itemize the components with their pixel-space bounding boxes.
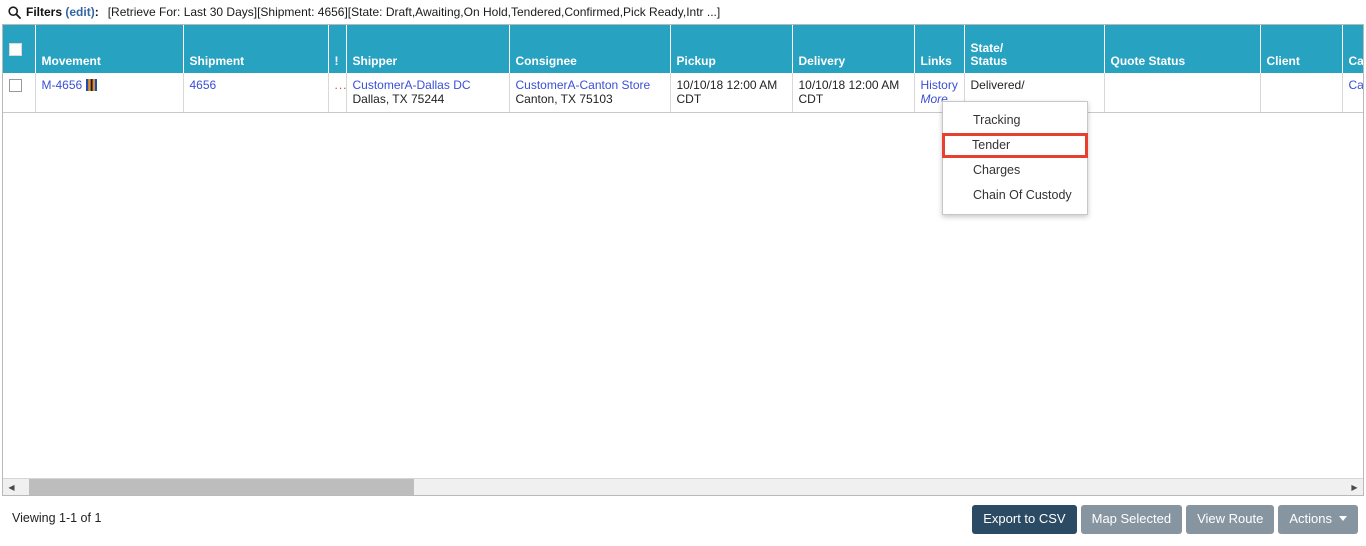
results-grid: Movement Shipment ! Shipper Consignee Pi… bbox=[2, 24, 1364, 496]
table-header-row: Movement Shipment ! Shipper Consignee Pi… bbox=[3, 25, 1364, 73]
pickup-timezone: CDT bbox=[676, 92, 702, 106]
state-status-value: Delivered/ bbox=[970, 78, 1025, 92]
scrollbar-thumb[interactable] bbox=[29, 479, 414, 495]
delivery-timezone: CDT bbox=[798, 92, 824, 106]
menu-item-tender[interactable]: Tender bbox=[942, 133, 1088, 158]
menu-item-charges[interactable]: Charges bbox=[943, 158, 1087, 183]
cell-exception: ... bbox=[328, 73, 347, 113]
cell-shipment[interactable]: 4656 bbox=[183, 73, 329, 113]
cell-consignee[interactable]: CustomerA-Canton Store Canton, TX 75103 bbox=[509, 73, 671, 113]
shipment-link[interactable]: 4656 bbox=[190, 78, 217, 92]
export-to-csv-button[interactable]: Export to CSV bbox=[972, 505, 1077, 534]
menu-item-charges-label: Charges bbox=[973, 163, 1021, 177]
table-row[interactable]: M-4656 4656 ... CustomerA-Dallas DC Dall… bbox=[3, 73, 1364, 113]
scrollbar-track[interactable] bbox=[20, 479, 1346, 495]
horizontal-scrollbar[interactable]: ◀ ▶ bbox=[3, 478, 1363, 495]
scroll-right-arrow-icon[interactable]: ▶ bbox=[1346, 479, 1363, 495]
carrier-link[interactable]: Car bbox=[1349, 78, 1364, 92]
filters-expression: [Retrieve For: Last 30 Days][Shipment: 4… bbox=[107, 5, 721, 19]
column-label-carrier: Car bbox=[1348, 54, 1364, 68]
column-header-exception[interactable]: ! bbox=[328, 25, 347, 73]
filter-bar: Filters (edit) : [Retrieve For: Last 30 … bbox=[0, 0, 1366, 24]
cell-carrier[interactable]: Car bbox=[1342, 73, 1364, 113]
delivery-date: 10/10/18 12:00 AM bbox=[798, 78, 900, 92]
menu-item-chain-of-custody[interactable]: Chain Of Custody bbox=[943, 183, 1087, 208]
menu-item-chain-of-custody-label: Chain Of Custody bbox=[973, 188, 1072, 202]
pickup-date: 10/10/18 12:00 AM bbox=[676, 78, 778, 92]
view-route-button[interactable]: View Route bbox=[1186, 505, 1275, 534]
cell-client bbox=[1260, 73, 1343, 113]
shipments-table: Movement Shipment ! Shipper Consignee Pi… bbox=[3, 25, 1364, 113]
column-label-consignee: Consignee bbox=[515, 54, 577, 68]
actions-button[interactable]: Actions bbox=[1278, 505, 1358, 534]
shipper-city: Dallas, TX 75244 bbox=[352, 92, 445, 106]
select-all-checkbox[interactable] bbox=[9, 43, 22, 56]
consignee-city: Canton, TX 75103 bbox=[515, 92, 613, 106]
column-label-shipper: Shipper bbox=[352, 54, 398, 68]
history-link[interactable]: History bbox=[921, 78, 958, 92]
exception-indicator: ... bbox=[334, 78, 346, 92]
row-select-checkbox[interactable] bbox=[9, 79, 22, 92]
menu-item-tender-label: Tender bbox=[972, 138, 1011, 152]
map-icon[interactable] bbox=[86, 79, 98, 91]
shipper-link[interactable]: CustomerA-Dallas DC bbox=[353, 78, 471, 92]
menu-item-tracking[interactable]: Tracking bbox=[943, 108, 1087, 133]
filters-colon: : bbox=[94, 5, 99, 19]
column-label-shipment: Shipment bbox=[189, 54, 245, 68]
actions-label: Actions bbox=[1289, 511, 1332, 526]
viewing-count: Viewing 1-1 of 1 bbox=[12, 511, 102, 525]
chevron-down-icon bbox=[1339, 516, 1347, 521]
cell-shipper[interactable]: CustomerA-Dallas DC Dallas, TX 75244 bbox=[346, 73, 510, 113]
row-select-cell[interactable] bbox=[3, 73, 36, 113]
cell-pickup: 10/10/18 12:00 AM CDT bbox=[670, 73, 793, 113]
view-route-label: View Route bbox=[1197, 511, 1264, 526]
column-header-client[interactable]: Client bbox=[1260, 25, 1343, 73]
column-label-links: Links bbox=[920, 54, 952, 68]
filters-edit-link[interactable]: (edit) bbox=[65, 5, 94, 19]
consignee-link[interactable]: CustomerA-Canton Store bbox=[516, 78, 651, 92]
column-label-exception: ! bbox=[334, 54, 339, 68]
menu-item-tracking-label: Tracking bbox=[973, 113, 1021, 127]
column-label-status: Status bbox=[970, 54, 1008, 68]
footer-bar: Viewing 1-1 of 1 Export to CSV Map Selec… bbox=[0, 496, 1366, 544]
column-label-delivery: Delivery bbox=[798, 54, 846, 68]
cell-delivery: 10/10/18 12:00 AM CDT bbox=[792, 73, 915, 113]
scroll-left-arrow-icon[interactable]: ◀ bbox=[3, 479, 20, 495]
column-label-movement: Movement bbox=[41, 54, 101, 68]
column-label-client: Client bbox=[1266, 54, 1300, 68]
search-icon bbox=[8, 5, 21, 19]
column-header-quote-status[interactable]: Quote Status bbox=[1104, 25, 1261, 73]
column-header-shipper[interactable]: Shipper bbox=[346, 25, 510, 73]
column-header-pickup[interactable]: Pickup bbox=[670, 25, 793, 73]
column-header-shipment[interactable]: Shipment bbox=[183, 25, 329, 73]
export-to-csv-label: Export to CSV bbox=[983, 511, 1066, 526]
column-header-carrier[interactable]: Car bbox=[1342, 25, 1364, 73]
column-header-consignee[interactable]: Consignee bbox=[509, 25, 671, 73]
select-all-header[interactable] bbox=[3, 25, 36, 73]
column-label-pickup: Pickup bbox=[676, 54, 716, 68]
footer-button-row: Export to CSV Map Selected View Route Ac… bbox=[972, 505, 1358, 534]
column-header-movement[interactable]: Movement bbox=[35, 25, 184, 73]
map-selected-label: Map Selected bbox=[1091, 511, 1172, 526]
column-label-quote-status: Quote Status bbox=[1110, 54, 1186, 68]
movement-link[interactable]: M-4656 bbox=[42, 78, 83, 92]
column-header-state-status[interactable]: State/ Status bbox=[964, 25, 1105, 73]
column-header-delivery[interactable]: Delivery bbox=[792, 25, 915, 73]
map-selected-button[interactable]: Map Selected bbox=[1080, 505, 1183, 534]
column-header-links[interactable]: Links bbox=[914, 25, 965, 73]
cell-quote-status bbox=[1104, 73, 1261, 113]
filters-label: Filters bbox=[26, 5, 63, 19]
cell-movement[interactable]: M-4656 bbox=[35, 73, 184, 113]
links-popup-menu[interactable]: Tracking Tender Charges Chain Of Custody bbox=[942, 101, 1088, 215]
